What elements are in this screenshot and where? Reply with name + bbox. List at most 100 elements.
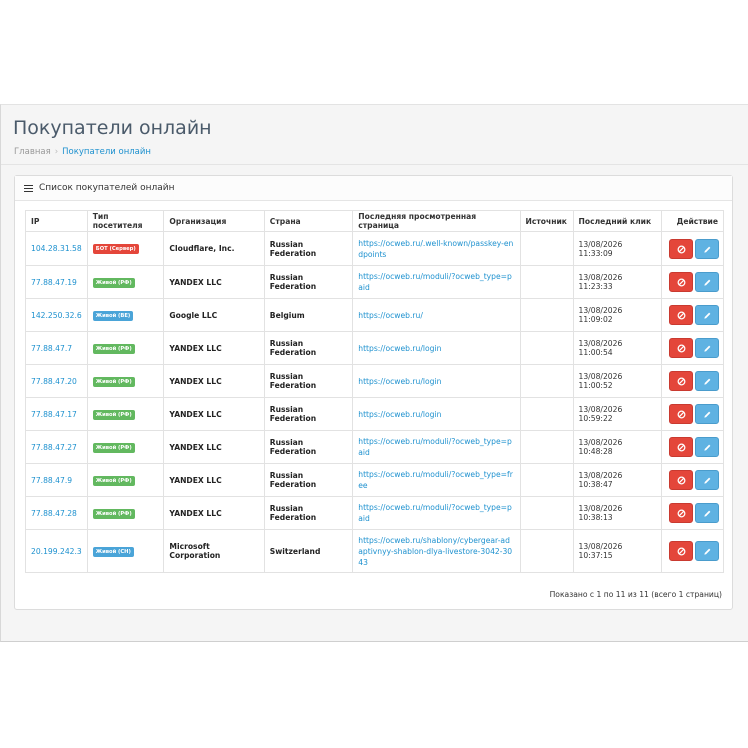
cell-visitor-type: БОТ (Сервер) <box>86 231 165 266</box>
panel-title: Список покупателей онлайн <box>39 183 175 193</box>
cell-last-page-link[interactable]: https://ocweb.ru/moduli/?ocweb_type=paid <box>352 265 521 299</box>
table-body: 104.28.31.58 БОТ (Сервер) Cloudflare, Inc.… <box>25 231 725 573</box>
delete-button[interactable] <box>669 470 693 490</box>
cell-visitor-type: Живой (РФ) <box>86 463 165 497</box>
list-icon <box>24 184 33 192</box>
cell-ip[interactable]: 77.88.47.17 <box>25 397 88 431</box>
cell-source <box>519 298 574 332</box>
cell-ip[interactable]: 142.250.32.6 <box>25 298 88 332</box>
edit-button[interactable] <box>695 371 719 391</box>
cell-source <box>519 331 574 365</box>
cell-country: Russian Federation <box>263 430 354 464</box>
pencil-icon <box>704 345 711 352</box>
edit-button[interactable] <box>695 238 719 259</box>
delete-button[interactable] <box>669 503 693 523</box>
column-header-last-click[interactable]: Последний клик <box>572 210 662 232</box>
cell-actions <box>660 529 725 573</box>
edit-button[interactable] <box>695 437 719 457</box>
cell-visitor-type: Живой (РФ) <box>86 496 165 530</box>
cell-last-page-link[interactable]: https://ocweb.ru/login <box>352 397 521 431</box>
pencil-icon <box>704 477 711 484</box>
column-header-last-page[interactable]: Последняя просмотренная страница <box>352 210 521 232</box>
cell-country: Russian Federation <box>263 364 354 398</box>
column-header-source[interactable]: Источник <box>519 210 574 232</box>
edit-button[interactable] <box>695 305 719 325</box>
breadcrumb-current[interactable]: Покупатели онлайн <box>62 147 151 157</box>
cell-last-page-link[interactable]: https://ocweb.ru/login <box>352 331 521 365</box>
cell-last-page-link[interactable]: https://ocweb.ru/moduli/?ocweb_type=free <box>352 463 521 497</box>
last-page-url[interactable]: https://ocweb.ru/ <box>358 311 423 320</box>
ban-icon <box>677 278 686 287</box>
cell-ip[interactable]: 77.88.47.20 <box>25 364 88 398</box>
delete-button[interactable] <box>669 272 693 292</box>
ban-icon <box>677 476 686 485</box>
cell-ip[interactable]: 77.88.47.9 <box>25 463 88 497</box>
cell-actions <box>660 298 725 332</box>
pencil-icon <box>704 246 711 253</box>
page-header: Покупатели онлайн Главная › Покупатели онл… <box>1 105 748 165</box>
cell-last-page-link[interactable]: https://ocweb.ru/.well-known/passkey-end… <box>352 231 521 266</box>
cell-ip[interactable]: 20.199.242.3 <box>25 529 88 573</box>
last-page-url[interactable]: https://ocweb.ru/moduli/?ocweb_type=paid <box>358 503 512 523</box>
cell-ip[interactable]: 77.88.47.7 <box>25 331 88 365</box>
last-page-url[interactable]: https://ocweb.ru/login <box>358 344 441 353</box>
delete-button[interactable] <box>669 404 693 424</box>
cell-actions <box>660 463 725 497</box>
cell-country: Russian Federation <box>263 231 354 266</box>
visitor-type-badge: Живой (BE) <box>92 310 134 321</box>
last-page-url[interactable]: https://ocweb.ru/moduli/?ocweb_type=paid <box>358 437 512 457</box>
cell-country: Russian Federation <box>263 463 354 497</box>
last-page-url[interactable]: https://ocweb.ru/login <box>358 410 441 419</box>
ban-icon <box>677 547 686 556</box>
column-header-organization[interactable]: Организация <box>163 210 265 232</box>
column-header-ip[interactable]: IP <box>25 210 88 232</box>
breadcrumb-home[interactable]: Главная <box>14 147 51 157</box>
app-content: Покупатели онлайн Главная › Покупатели онл… <box>0 104 748 642</box>
pencil-icon <box>704 510 711 517</box>
edit-button[interactable] <box>695 272 719 292</box>
cell-source <box>519 231 574 266</box>
cell-actions <box>660 397 725 431</box>
cell-ip[interactable]: 77.88.47.28 <box>25 496 88 530</box>
delete-button[interactable] <box>669 338 693 358</box>
cell-country: Russian Federation <box>263 265 354 299</box>
cell-last-page-link[interactable]: https://ocweb.ru/ <box>352 298 521 332</box>
ban-icon <box>677 245 686 253</box>
last-page-url[interactable]: https://ocweb.ru/.well-known/passkey-end… <box>358 239 513 259</box>
cell-ip[interactable]: 77.88.47.27 <box>25 430 88 464</box>
pencil-icon <box>704 444 711 451</box>
pencil-icon <box>704 411 711 418</box>
cell-ip[interactable]: 104.28.31.58 <box>25 231 88 266</box>
pencil-icon <box>704 312 711 319</box>
cell-source <box>519 496 574 530</box>
column-header-country[interactable]: Страна <box>263 210 354 232</box>
table-row: 77.88.47.9 Живой (РФ) YANDEX LLC Russian Fe… <box>25 463 725 497</box>
last-page-url[interactable]: https://ocweb.ru/login <box>358 377 441 386</box>
page-title: Покупатели онлайн <box>13 117 212 139</box>
edit-button[interactable] <box>695 404 719 424</box>
column-header-visitor-type[interactable]: Тип посетителя <box>86 210 165 232</box>
edit-button[interactable] <box>695 338 719 358</box>
table-header-row: IP Тип посетителя Организация Страна Пос… <box>25 210 725 232</box>
cell-visitor-type: Живой (РФ) <box>86 331 165 365</box>
delete-button[interactable] <box>669 541 693 561</box>
edit-button[interactable] <box>695 503 719 523</box>
edit-button[interactable] <box>695 470 719 490</box>
cell-last-page-link[interactable]: https://ocweb.ru/moduli/?ocweb_type=paid <box>352 496 521 530</box>
cell-last-page-link[interactable]: https://ocweb.ru/login <box>352 364 521 398</box>
cell-actions <box>660 430 725 464</box>
delete-button[interactable] <box>669 305 693 325</box>
edit-button[interactable] <box>695 541 719 561</box>
cell-ip[interactable]: 77.88.47.19 <box>25 265 88 299</box>
cell-last-page-link[interactable]: https://ocweb.ru/moduli/?ocweb_type=paid <box>352 430 521 464</box>
cell-last-page-link[interactable]: https://ocweb.ru/shablony/cybergear-adap… <box>352 529 521 573</box>
last-page-url[interactable]: https://ocweb.ru/moduli/?ocweb_type=paid <box>358 272 512 292</box>
delete-button[interactable] <box>669 437 693 457</box>
customers-table: IP Тип посетителя Организация Страна Пос… <box>25 210 725 573</box>
delete-button[interactable] <box>669 238 693 259</box>
visitor-type-badge: БОТ (Сервер) <box>92 244 139 254</box>
last-page-url[interactable]: https://ocweb.ru/shablony/cybergear-adap… <box>358 536 512 567</box>
last-page-url[interactable]: https://ocweb.ru/moduli/?ocweb_type=free <box>358 470 513 490</box>
delete-button[interactable] <box>669 371 693 391</box>
pagination-summary: Показано с 1 по 11 из 11 (всего 1 страни… <box>549 590 722 599</box>
